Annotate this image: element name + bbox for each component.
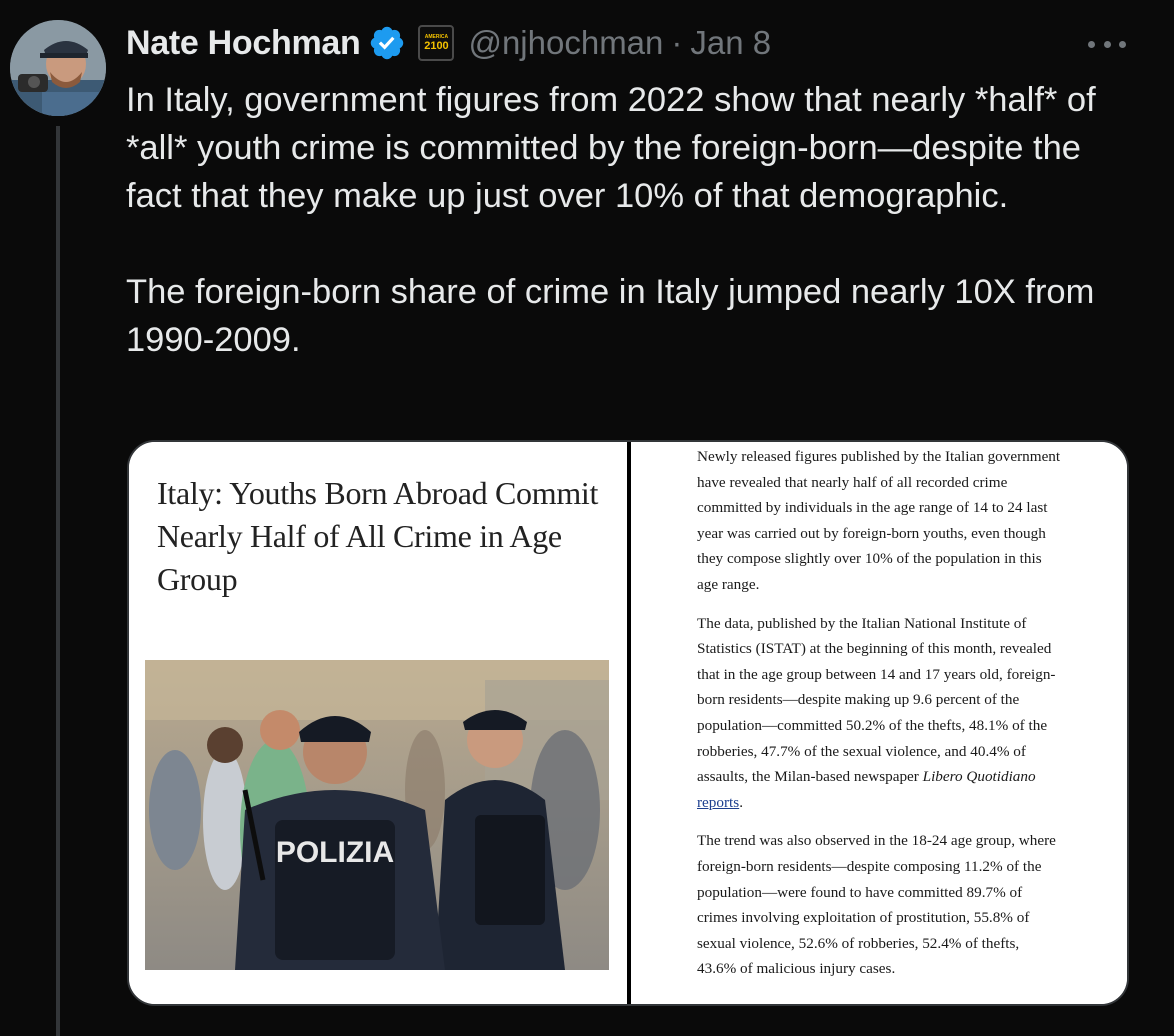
tweet-paragraph-1: In Italy, government figures from 2022 s… bbox=[126, 81, 1096, 215]
article-source: Libero Quotidiano bbox=[922, 768, 1036, 786]
dot-separator: · bbox=[671, 24, 683, 61]
tweet-paragraph-2: The foreign-born share of crime in Italy… bbox=[126, 273, 1095, 359]
media-attachment[interactable]: Italy: Youths Born Abroad Commit Nearly … bbox=[127, 440, 1129, 1006]
affiliate-badge-number: 2100 bbox=[424, 40, 449, 52]
police-photo: POLIZIA bbox=[145, 660, 609, 970]
tweet: Nate Hochman AMERICA 2100 @njhochman · J… bbox=[0, 0, 1174, 1036]
article-paragraph-2-end: . bbox=[739, 793, 743, 811]
thread-line bbox=[56, 126, 60, 1036]
avatar-image bbox=[10, 20, 106, 116]
affiliate-badge[interactable]: AMERICA 2100 bbox=[418, 25, 455, 61]
article-reports-link[interactable]: reports bbox=[697, 794, 739, 811]
article-body: Newly released figures published by the … bbox=[697, 444, 1061, 995]
avatar[interactable] bbox=[10, 20, 106, 116]
tweet-text: In Italy, government figures from 2022 s… bbox=[126, 76, 1136, 364]
article-paragraph-2-text: The data, published by the Italian Natio… bbox=[697, 614, 1056, 786]
article-paragraph-1: Newly released figures published by the … bbox=[697, 448, 1061, 593]
article-paragraph-2: The data, published by the Italian Natio… bbox=[697, 611, 1061, 816]
article-paragraph-3: The trend was also observed in the 18-24… bbox=[697, 832, 1056, 978]
display-name[interactable]: Nate Hochman bbox=[126, 24, 361, 63]
media-image-right[interactable]: Newly released figures published by the … bbox=[631, 442, 1127, 1004]
timestamp[interactable]: Jan 8 bbox=[690, 24, 771, 62]
more-options-icon[interactable] bbox=[1088, 30, 1126, 58]
media-image-left[interactable]: Italy: Youths Born Abroad Commit Nearly … bbox=[129, 442, 627, 1004]
article-headline: Italy: Youths Born Abroad Commit Nearly … bbox=[157, 475, 599, 597]
verified-badge-icon[interactable] bbox=[368, 24, 406, 62]
polizia-vest-text: POLIZIA bbox=[276, 836, 394, 869]
handle[interactable]: @njhochman bbox=[468, 24, 663, 62]
tweet-header: Nate Hochman AMERICA 2100 @njhochman · J… bbox=[126, 18, 771, 68]
